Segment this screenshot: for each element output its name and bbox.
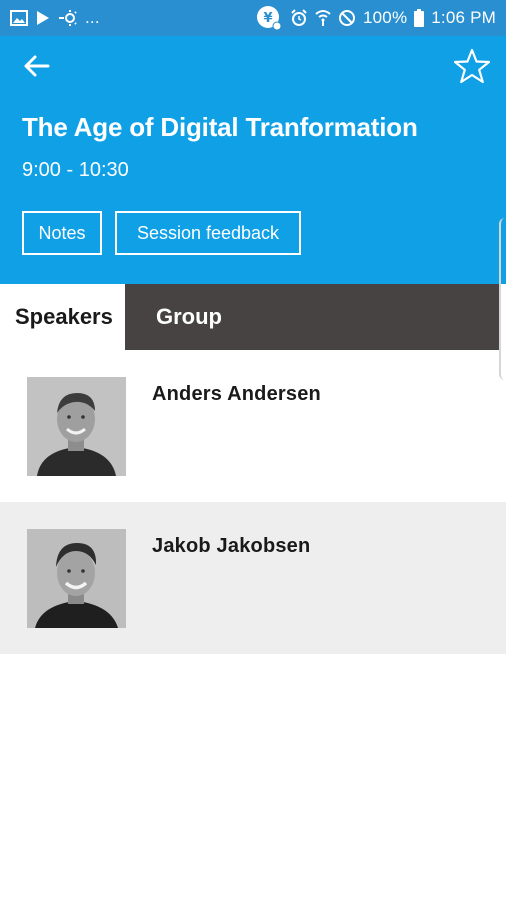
- settings-sun-icon: [58, 9, 78, 27]
- speaker-avatar: [27, 377, 126, 476]
- speaker-list: Anders Andersen Jakob Jakobsen: [0, 350, 506, 654]
- back-button[interactable]: [18, 50, 54, 86]
- speaker-row[interactable]: Anders Andersen: [0, 350, 506, 502]
- session-header: The Age of Digital Tranformation 9:00 - …: [0, 36, 506, 284]
- session-time: 9:00 - 10:30: [22, 159, 129, 181]
- tab-bar: Speakers Group: [0, 284, 500, 350]
- arrow-left-icon: [22, 54, 50, 83]
- yen-notification-icon: ¥: [255, 4, 283, 32]
- status-left: ...: [10, 8, 100, 28]
- alarm-icon: [290, 9, 308, 27]
- svg-text:¥: ¥: [263, 11, 272, 26]
- speaker-row[interactable]: Jakob Jakobsen: [0, 502, 506, 654]
- tab-speakers[interactable]: Speakers: [0, 284, 125, 350]
- tab-group[interactable]: Group: [125, 284, 500, 350]
- star-outline-icon: [453, 48, 491, 89]
- speaker-name: Jakob Jakobsen: [152, 535, 311, 557]
- battery-icon: [414, 9, 425, 27]
- play-store-icon: [35, 10, 51, 26]
- speaker-avatar: [27, 529, 126, 628]
- notes-button[interactable]: Notes: [22, 211, 102, 255]
- speaker-name: Anders Andersen: [152, 383, 321, 405]
- status-right: ¥ 100% 1:06 PM: [255, 4, 496, 32]
- status-bar: ... ¥ 100% 1:06 PM: [0, 0, 506, 36]
- image-icon: [10, 10, 28, 26]
- favorite-button[interactable]: [452, 48, 492, 88]
- session-feedback-button[interactable]: Session feedback: [115, 211, 301, 255]
- battery-percent: 100%: [363, 8, 408, 27]
- wifi-icon: [315, 9, 331, 27]
- do-not-disturb-icon: [338, 9, 356, 27]
- status-time: 1:06 PM: [431, 8, 496, 27]
- session-title: The Age of Digital Tranformation: [22, 112, 418, 142]
- status-overflow: ...: [85, 8, 100, 27]
